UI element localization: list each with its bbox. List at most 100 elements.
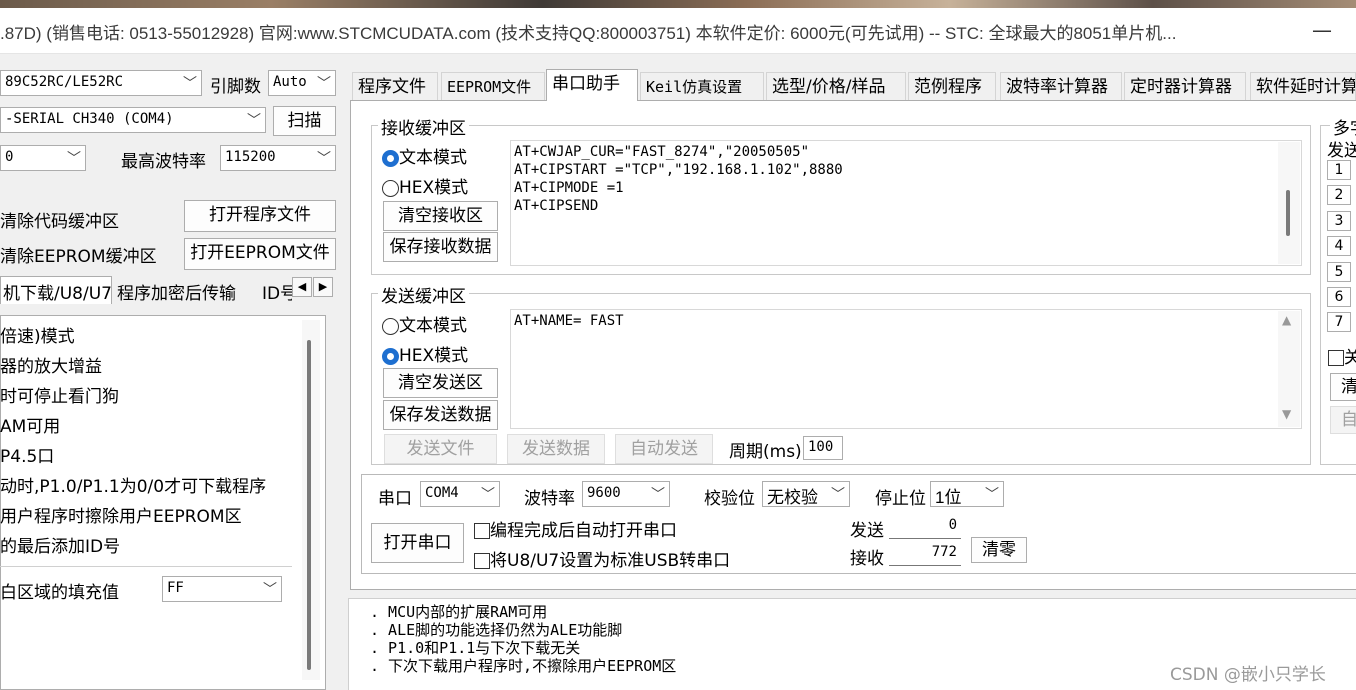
multi-send-checkbox[interactable]: 关	[1328, 343, 1356, 368]
option-item[interactable]: 器的放大增益	[0, 352, 102, 377]
send-count-value: 0	[889, 517, 961, 539]
options-list: 倍速)模式 器的放大增益 时可停止看门狗 AM可用 P4.5口 动时,P1.0/…	[0, 320, 300, 560]
multi-send-button-1[interactable]: 1	[1327, 160, 1351, 180]
option-item[interactable]: 的最后添加ID号	[0, 532, 120, 557]
options-scrollbar[interactable]	[302, 320, 320, 680]
tab-examples[interactable]: 范例程序	[908, 72, 996, 100]
open-program-file-button[interactable]: 打开程序文件	[184, 200, 336, 232]
open-serial-button[interactable]: 打开串口	[371, 523, 464, 563]
minimize-button[interactable]: —	[1310, 18, 1334, 42]
radio-unselected-icon	[382, 317, 399, 335]
multi-send-button-5[interactable]: 5	[1327, 262, 1351, 282]
multi-auto-button[interactable]: 自	[1330, 406, 1356, 434]
send-textarea[interactable]: AT+NAME= FAST	[510, 309, 1302, 429]
com-port-value: -SERIAL CH340 (COM4)	[5, 111, 174, 127]
scroll-down-icon[interactable]: ▼	[1282, 407, 1291, 421]
send-data-button[interactable]: 发送数据	[507, 434, 605, 464]
pin-count-select[interactable]: Auto ﹀	[268, 70, 336, 96]
option-item[interactable]: 倍速)模式	[0, 322, 75, 347]
multi-send-button-2[interactable]: 2	[1327, 185, 1351, 205]
tab-scroll-left-icon[interactable]: ◀	[292, 277, 312, 297]
mcu-type-select[interactable]: 89C52RC/LE52RC ﹀	[0, 70, 202, 96]
scroll-thumb[interactable]	[1286, 190, 1290, 236]
multi-send-button-3[interactable]: 3	[1327, 211, 1351, 231]
port-select[interactable]: COM4 ﹀	[420, 481, 500, 507]
tab-encrypted-transfer[interactable]: 程序加密后传输	[113, 278, 255, 304]
clear-receive-button[interactable]: 清空接收区	[383, 201, 498, 231]
open-eeprom-file-button[interactable]: 打开EEPROM文件	[184, 238, 336, 270]
max-baud-value: 115200	[225, 149, 276, 165]
multi-send-button-7[interactable]: 7	[1327, 312, 1351, 332]
max-baud-select[interactable]: 115200 ﹀	[220, 145, 336, 171]
period-label: 周期(ms)	[729, 442, 802, 462]
send-hex-mode-label: HEX模式	[399, 346, 469, 366]
save-send-button[interactable]: 保存发送数据	[383, 400, 498, 430]
option-item[interactable]: 用户程序时擦除用户EEPROM区	[0, 502, 242, 527]
auto-send-button[interactable]: 自动发送	[615, 434, 713, 464]
background-image-strip	[0, 0, 1356, 8]
tab-selection-price[interactable]: 选型/价格/样品	[766, 72, 906, 100]
tab-keil-settings[interactable]: Keil仿真设置	[640, 72, 764, 100]
tab-baud-calculator[interactable]: 波特率计算器	[1000, 72, 1122, 100]
multi-clear-button[interactable]: 清	[1330, 373, 1356, 401]
save-receive-button[interactable]: 保存接收数据	[383, 232, 498, 262]
status-log-line: . 下次下载用户程序时,不擦除用户EEPROM区	[370, 657, 677, 675]
auto-open-checkbox[interactable]: 编程完成后自动打开串口	[474, 516, 677, 541]
receive-text-mode-radio[interactable]: 文本模式	[382, 143, 467, 168]
scan-button[interactable]: 扫描	[273, 106, 336, 136]
fill-value-select[interactable]: FF ﹀	[162, 576, 282, 602]
status-log-line: . P1.0和P1.1与下次下载无关	[370, 639, 581, 657]
tab-download[interactable]: 机下载/U8/U7	[0, 276, 112, 304]
chevron-down-icon: ﹀	[985, 486, 999, 502]
receive-buffer-title: 接收缓冲区	[378, 114, 469, 139]
usb-serial-checkbox[interactable]: 将U8/U7设置为标准USB转串口	[474, 546, 730, 571]
min-baud-select[interactable]: 0 ﹀	[0, 145, 86, 171]
window-title: .87D) (销售电话: 0513-55012928) 官网:www.STCMC…	[0, 24, 1177, 43]
send-scrollbar[interactable]: ▲ ▼	[1278, 311, 1300, 427]
divider	[0, 566, 292, 567]
clear-code-buffer-label[interactable]: 清除代码缓冲区	[0, 207, 119, 232]
option-item[interactable]: P4.5口	[0, 442, 54, 467]
parity-select[interactable]: 无校验 ﹀	[762, 481, 850, 507]
receive-hex-mode-radio[interactable]: HEX模式	[382, 173, 468, 198]
baud-select[interactable]: 9600 ﹀	[582, 481, 670, 507]
tab-id[interactable]: ID号	[258, 278, 292, 304]
period-input[interactable]: 100	[803, 436, 843, 460]
stop-bits-select[interactable]: 1位 ﹀	[930, 481, 1004, 507]
multi-send-button-6[interactable]: 6	[1327, 287, 1351, 307]
chevron-down-icon: ﹀	[67, 151, 81, 167]
com-port-select[interactable]: -SERIAL CH340 (COM4) ﹀	[0, 107, 266, 133]
stop-bits-value: 1位	[935, 488, 962, 507]
tab-eeprom-file[interactable]: EEPROM文件	[441, 72, 545, 100]
send-buffer-title: 发送缓冲区	[378, 282, 469, 307]
chevron-down-icon: ﹀	[183, 76, 197, 92]
send-text-mode-radio[interactable]: 文本模式	[382, 311, 467, 336]
stop-bits-label: 停止位	[875, 489, 926, 509]
option-item[interactable]: AM可用	[0, 412, 60, 437]
port-value: COM4	[425, 485, 459, 501]
scroll-thumb[interactable]	[307, 340, 311, 670]
chevron-down-icon: ﹀	[317, 76, 331, 92]
receive-textarea[interactable]: AT+CWJAP_CUR="FAST_8274","20050505" AT+C…	[510, 140, 1302, 266]
send-text-mode-label: 文本模式	[399, 316, 467, 336]
tab-serial-assistant[interactable]: 串口助手	[546, 69, 638, 101]
tab-delay-calculator[interactable]: 软件延时计算	[1250, 72, 1356, 100]
recv-count-value: 772	[889, 544, 961, 566]
receive-scrollbar[interactable]	[1278, 142, 1300, 264]
send-file-button[interactable]: 发送文件	[384, 434, 497, 464]
reset-counter-button[interactable]: 清零	[971, 537, 1027, 563]
checkbox-unchecked-icon	[474, 553, 490, 569]
clear-send-button[interactable]: 清空发送区	[383, 368, 498, 398]
tab-program-file[interactable]: 程序文件	[352, 72, 438, 100]
max-baud-label: 最高波特率	[121, 152, 206, 172]
chevron-down-icon: ﹀	[247, 113, 261, 129]
tab-timer-calculator[interactable]: 定时器计算器	[1124, 72, 1246, 100]
send-hex-mode-radio[interactable]: HEX模式	[382, 341, 468, 366]
checkbox-unchecked-icon	[474, 523, 490, 539]
option-item[interactable]: 时可停止看门狗	[0, 382, 119, 407]
tab-scroll-right-icon[interactable]: ▶	[313, 277, 333, 297]
scroll-up-icon[interactable]: ▲	[1282, 313, 1291, 327]
option-item[interactable]: 动时,P1.0/P1.1为0/0才可下载程序	[0, 472, 266, 497]
clear-eeprom-buffer-label[interactable]: 清除EEPROM缓冲区	[0, 242, 157, 267]
multi-send-button-4[interactable]: 4	[1327, 236, 1351, 256]
